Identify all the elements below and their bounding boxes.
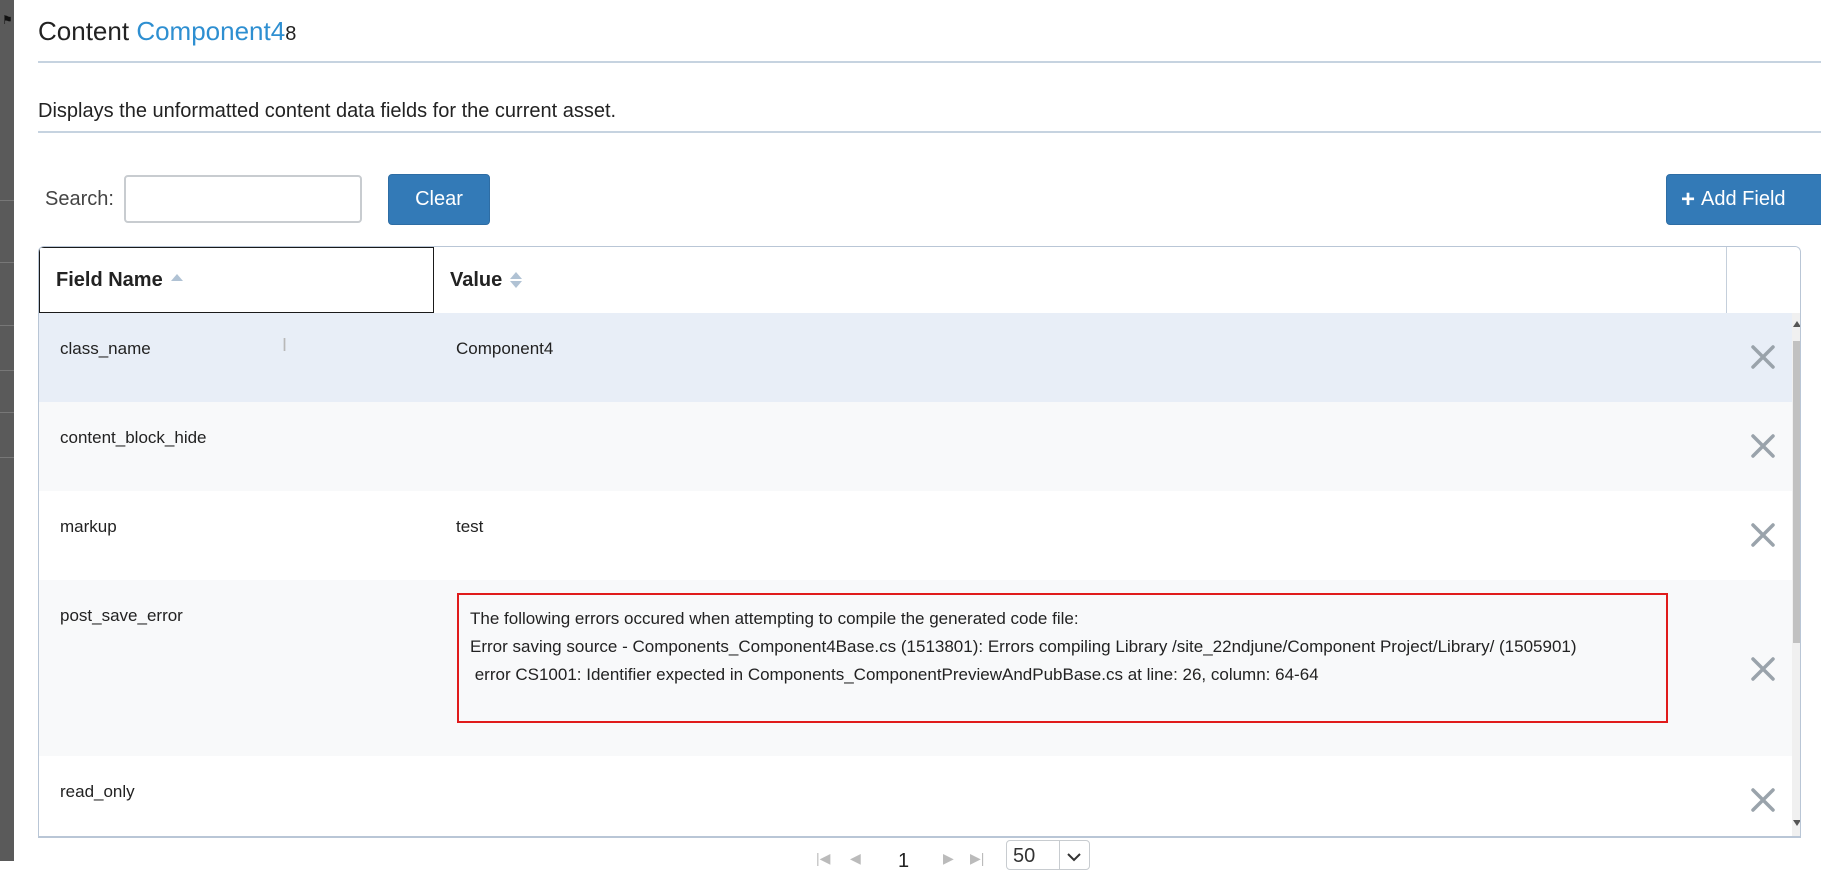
error-message: The following errors occured when attemp… [470,605,1577,689]
table-row[interactable]: content_block_hide [39,402,1792,491]
delete-icon[interactable] [1749,786,1777,814]
delete-icon[interactable] [1749,432,1777,460]
first-page-icon[interactable]: |◀ [816,850,830,867]
field-name-cell: class_name [60,339,151,358]
title-suffix: 8 [285,23,297,45]
previous-page-icon[interactable]: ◀ [850,850,861,867]
flag-icon: ⚑ [2,13,13,27]
column-header-value[interactable]: Value [434,247,1727,313]
error-line: Error saving source - Components_Compone… [470,637,1577,656]
grid-rows: class_name I Component4 content_block_hi… [39,313,1792,845]
field-name-cell: read_only [60,782,135,801]
grid-header: Field Name Value [39,247,1800,315]
delete-icon[interactable] [1749,521,1777,549]
sort-ascending-icon [170,273,183,281]
value-cell: test [456,517,484,536]
scroll-down-icon[interactable] [1793,820,1800,826]
value-cell: Component4 [456,339,554,358]
search-label: Search: [45,188,114,210]
search-input[interactable] [124,175,362,223]
content-fields-grid: Field Name Value class_name I Component4… [38,246,1801,861]
column-header-label: Field Name [56,268,163,291]
page-size-value: 50 [1013,845,1036,867]
table-row[interactable]: class_name I Component4 [39,313,1792,402]
description-divider [38,131,1821,133]
error-line: error CS1001: Identifier expected in Com… [470,665,1319,684]
page-size-select[interactable]: 50 [1006,840,1090,870]
error-highlight-box: The following errors occured when attemp… [457,593,1668,723]
scroll-up-icon[interactable] [1793,321,1800,327]
table-row[interactable]: post_save_error The following errors occ… [39,580,1792,756]
pager: |◀ ◀ 1 ▶ ▶| 50 [38,836,1801,872]
scrollbar-thumb[interactable] [1793,341,1800,643]
field-name-cell: content_block_hide [60,428,207,447]
column-header-label: Value [450,268,503,291]
text-cursor-icon: I [282,335,288,355]
next-page-icon[interactable]: ▶ [943,850,954,867]
add-field-label: Add Field [1701,188,1786,210]
sort-icon [510,272,523,288]
page-title: Content Component48 [38,14,296,51]
title-prefix: Content [38,16,130,46]
table-row[interactable]: markup test [39,491,1792,580]
page-description: Displays the unformatted content data fi… [38,100,617,122]
chevron-down-icon [1058,841,1089,869]
title-divider [38,61,1821,63]
clear-button[interactable]: Clear [388,174,490,225]
plus-icon: + [1681,185,1696,213]
field-name-cell: markup [60,517,117,536]
table-row[interactable]: read_only [39,756,1792,845]
delete-icon[interactable] [1749,343,1777,371]
background-app-strip: ⚑ [0,0,14,861]
error-line: The following errors occured when attemp… [470,609,1079,628]
asset-name-link[interactable]: Component4 [136,16,285,46]
last-page-icon[interactable]: ▶| [970,850,984,867]
current-page: 1 [898,850,910,872]
column-header-field-name[interactable]: Field Name [39,247,434,313]
content-panel: Content Component48 Displays the unforma… [14,0,1821,872]
field-name-cell: post_save_error [60,606,183,625]
grid-scrollbar[interactable] [1792,313,1800,861]
delete-icon[interactable] [1749,655,1777,683]
add-field-button[interactable]: + Add Field [1666,174,1821,225]
column-header-actions [1727,247,1800,313]
